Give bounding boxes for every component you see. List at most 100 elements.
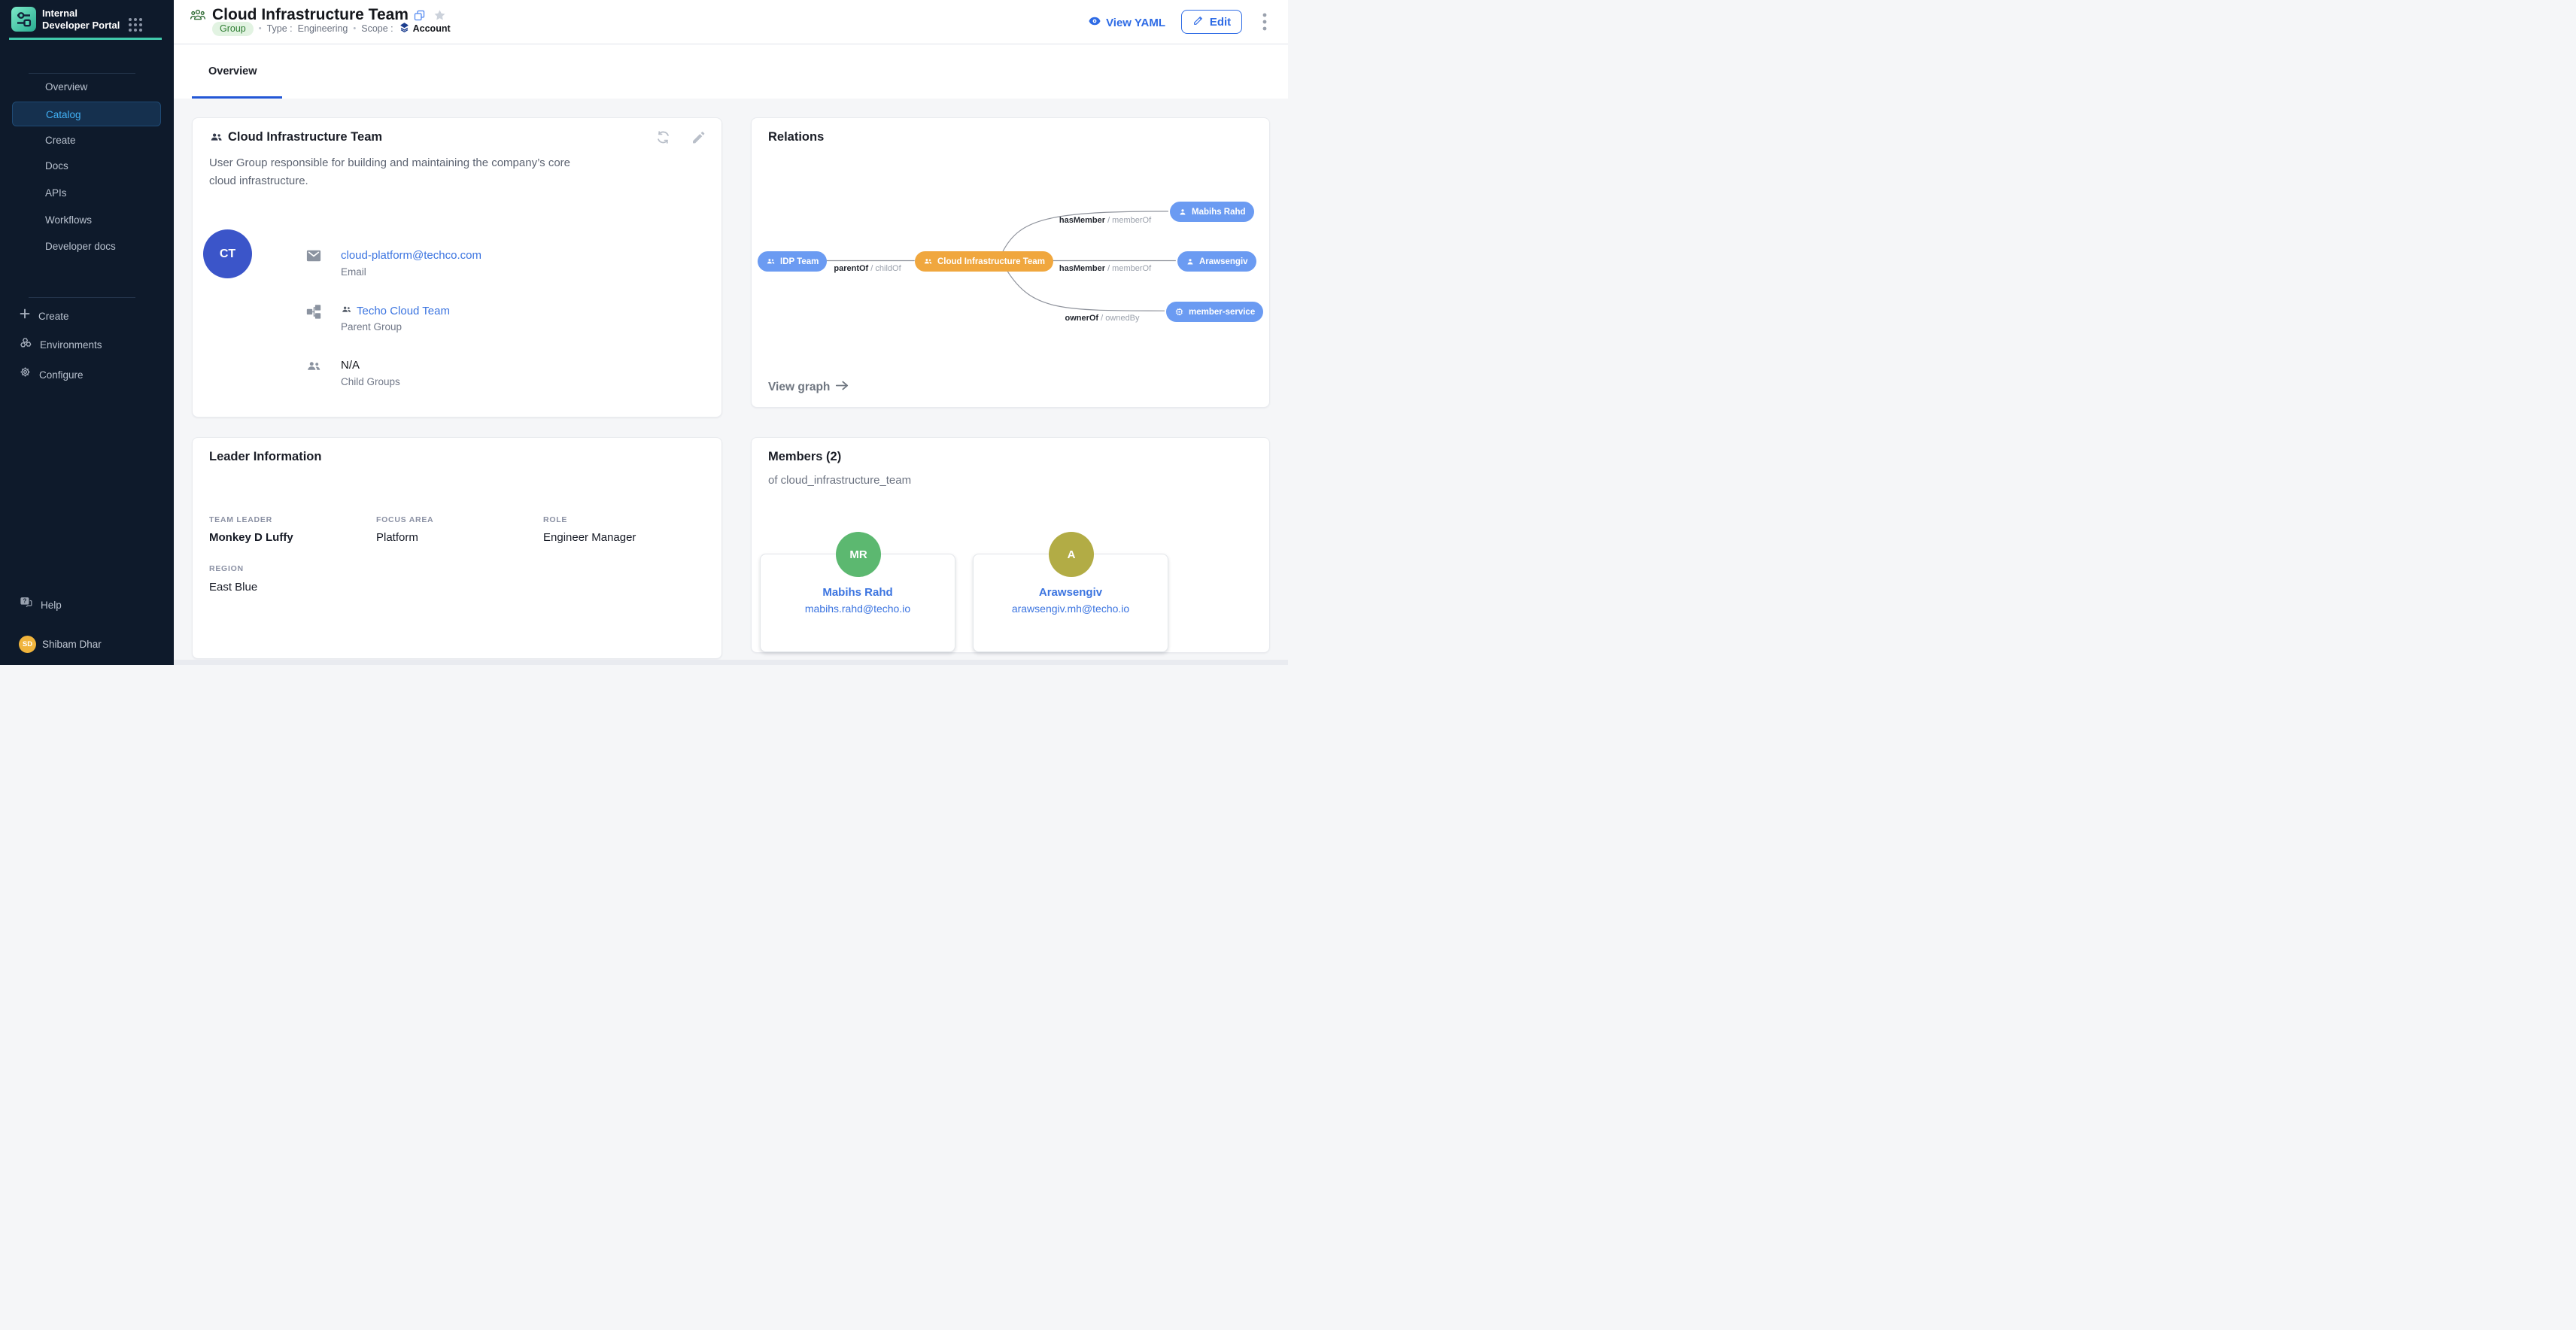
separator-dot: • (353, 24, 356, 33)
member-name-link[interactable]: Mabihs Rahd (761, 586, 955, 599)
page-header: Cloud Infrastructure Team Group • Type :… (174, 0, 1288, 44)
sidebar-item-docs[interactable]: Docs (45, 157, 68, 175)
member-avatar: MR (836, 532, 881, 577)
refresh-icon[interactable] (655, 129, 671, 145)
tab-overview[interactable]: Overview (208, 65, 257, 77)
card-title: Members (2) (768, 450, 841, 464)
member-name-link[interactable]: Arawsengiv (974, 586, 1168, 599)
hierarchy-icon (305, 303, 322, 320)
field-value-role: Engineer Manager (543, 531, 636, 544)
sidebar-item-overview[interactable]: Overview (45, 78, 87, 96)
members-subtitle: of cloud_infrastructure_team (768, 474, 911, 487)
scope-value: Account (399, 22, 451, 35)
child-groups-value: N/A (341, 359, 360, 372)
sidebar-item-apis[interactable]: APIs (45, 184, 67, 202)
graph-node-mabihs-rahd[interactable]: Mabihs Rahd (1170, 202, 1254, 222)
sidebar-item-workflows[interactable]: Workflows (45, 211, 92, 229)
svg-text:?: ? (23, 598, 26, 605)
copy-icon[interactable] (413, 9, 426, 22)
relations-card: Relations IDP Team Cloud Infrastructure … (751, 117, 1270, 408)
sidebar-item-developer-docs[interactable]: Developer docs (45, 238, 116, 256)
help-label: Help (41, 597, 62, 615)
parent-group-row: Techo Cloud Team Parent Group (305, 302, 636, 340)
people-icon (209, 130, 223, 144)
graph-node-cloud-infrastructure-team[interactable]: Cloud Infrastructure Team (915, 251, 1053, 272)
sidebar-tool-environments[interactable]: Environments (19, 336, 102, 355)
email-row: cloud-platform@techco.com Email (305, 247, 636, 285)
leader-information-card: Leader Information TEAM LEADER Monkey D … (192, 437, 722, 659)
user-avatar: SD (19, 636, 36, 653)
sidebar-divider (29, 73, 135, 74)
entity-badge: Group (212, 22, 254, 36)
layers-icon (399, 22, 410, 35)
app-title: Internal Developer Portal (42, 8, 126, 32)
view-yaml-button[interactable]: View YAML (1088, 14, 1165, 31)
sidebar-item-catalog[interactable]: Catalog (12, 102, 161, 126)
entity-avatar: CT (203, 229, 252, 278)
pencil-icon (1192, 14, 1204, 29)
field-value-focus-area: Platform (376, 531, 418, 544)
entity-meta: Group • Type : Engineering • Scope : Acc… (212, 21, 451, 36)
app-logo-icon[interactable] (11, 7, 36, 32)
member-card: MR Mabihs Rahd mabihs.rahd@techo.io (760, 554, 955, 652)
help-button[interactable]: ? Help (19, 595, 62, 615)
sidebar-tool-label: Environments (40, 336, 102, 354)
row-label: Parent Group (341, 321, 402, 332)
main-content: Cloud Infrastructure Team User Group res… (174, 99, 1288, 665)
sidebar-item-create[interactable]: Create (45, 132, 76, 150)
kebab-menu-icon[interactable] (1262, 13, 1267, 32)
bottom-scroll-band (174, 660, 1288, 665)
mini-people-icon (341, 304, 352, 318)
sidebar-tool-label: Create (38, 308, 69, 326)
scope-label: Scope : (361, 23, 393, 34)
sidebar-tool-create[interactable]: Create (19, 308, 69, 326)
field-label: ROLE (543, 515, 567, 524)
field-label: FOCUS AREA (376, 515, 433, 524)
entity-overview-card: Cloud Infrastructure Team User Group res… (192, 117, 722, 418)
row-label: Child Groups (341, 376, 400, 387)
edge-label-ownerof: ownerOf / ownedBy (1065, 314, 1139, 323)
hexagons-icon (19, 336, 32, 355)
member-avatar: A (1049, 532, 1094, 577)
sidebar-tool-configure[interactable]: Configure (19, 366, 84, 384)
tab-bar: Overview (174, 44, 1288, 99)
entity-description: User Group responsible for building and … (209, 154, 589, 190)
field-label: TEAM LEADER (209, 515, 272, 524)
child-groups-row: N/A Child Groups (305, 357, 636, 395)
group-icon (190, 7, 206, 23)
apps-grid-icon[interactable] (126, 16, 144, 34)
sidebar-tool-label: Configure (39, 366, 84, 384)
edit-pencil-icon[interactable] (691, 129, 706, 145)
card-title: Cloud Infrastructure Team (228, 130, 382, 144)
edge-label-hasmember-mid: hasMember / memberOf (1059, 264, 1151, 273)
sidebar-accent-rule (9, 38, 162, 40)
graph-node-idp-team[interactable]: IDP Team (758, 251, 827, 272)
member-email-link[interactable]: arawsengiv.mh@techo.io (974, 603, 1168, 615)
edit-button[interactable]: Edit (1181, 10, 1242, 34)
plus-icon (19, 308, 31, 326)
user-menu[interactable]: SD Shibam Dhar (19, 636, 102, 653)
graph-node-member-service[interactable]: member-service (1166, 302, 1263, 322)
sidebar-divider (29, 297, 135, 298)
separator-dot: • (259, 24, 262, 33)
arrow-right-icon (835, 380, 849, 395)
parent-group-link[interactable]: Techo Cloud Team (357, 305, 450, 317)
members-card: Members (2) of cloud_infrastructure_team… (751, 437, 1270, 653)
graph-node-arawsengiv[interactable]: Arawsengiv (1177, 251, 1256, 272)
edge-label-parentof: parentOf / childOf (834, 264, 901, 273)
view-graph-link[interactable]: View graph (768, 380, 849, 395)
user-name: Shibam Dhar (42, 639, 102, 650)
card-title: Leader Information (209, 450, 321, 464)
eye-icon (1088, 14, 1101, 31)
email-link[interactable]: cloud-platform@techco.com (341, 249, 481, 262)
row-label: Email (341, 266, 366, 278)
field-value-region: East Blue (209, 581, 257, 594)
edge-label-hasmember-top: hasMember / memberOf (1059, 216, 1151, 225)
mail-icon (305, 248, 322, 265)
help-icon: ? (19, 595, 33, 615)
sidebar: Internal Developer Portal Overview Catal… (0, 0, 174, 665)
relations-graph: IDP Team Cloud Infrastructure Team Mabih… (752, 118, 1269, 407)
member-card: A Arawsengiv arawsengiv.mh@techo.io (973, 554, 1168, 652)
field-label: REGION (209, 564, 244, 573)
member-email-link[interactable]: mabihs.rahd@techo.io (761, 603, 955, 615)
